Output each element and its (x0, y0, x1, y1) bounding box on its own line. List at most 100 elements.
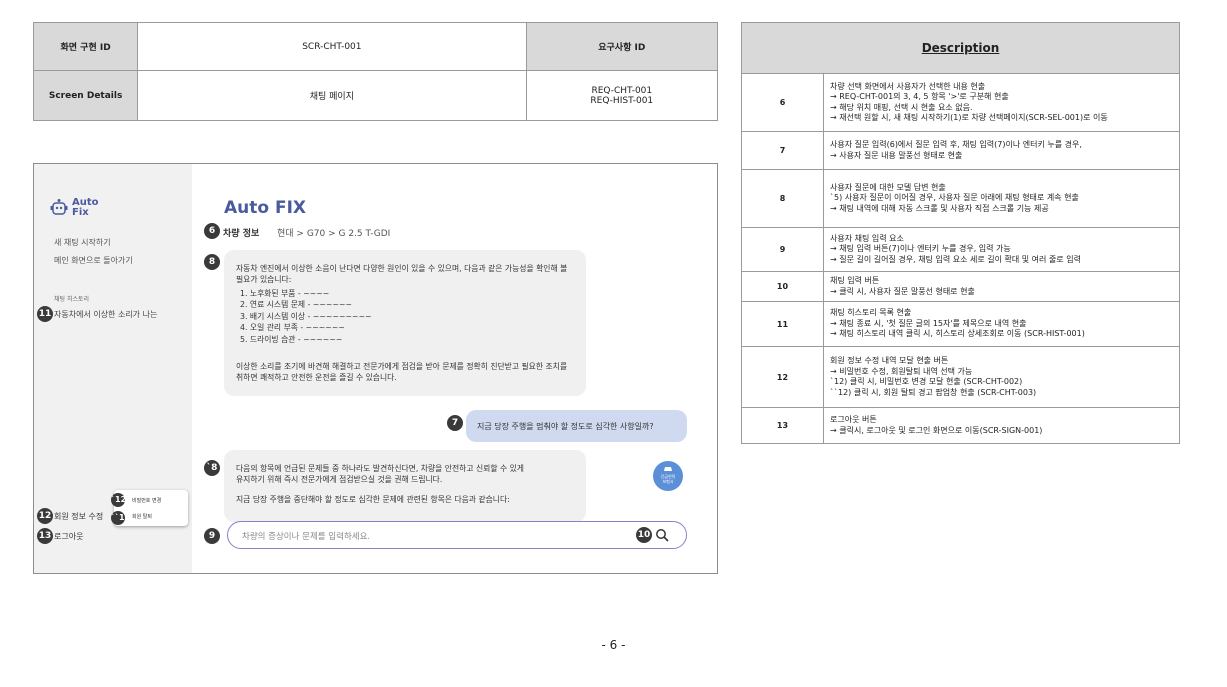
answer1-item: 2. 연료 시스템 문제 - ~~~~~~ (240, 300, 353, 310)
description-line: 채팅 히스토리 목록 현출 (830, 308, 912, 318)
description-line: 로그아웃 버튼 (830, 415, 877, 424)
screen-id-label: 화면 구현 ID (32, 22, 139, 71)
description-line: → REQ-CHT-001의 3, 4, 5 항목 '>'로 구분해 현출 (830, 92, 1009, 101)
popup-password-change[interactable]: 비밀번호 변경 (132, 497, 161, 504)
description-line: → 클릭 시, 사용자 질문 말풍선 형태로 현출 (830, 286, 975, 296)
req-id-2: REQ-HIST-001 (590, 95, 654, 106)
member-edit-button[interactable]: 회원 정보 수정 (54, 511, 103, 522)
screen-id-value: SCR-CHT-001 (137, 22, 527, 71)
screen-id-table: 화면 구현 ID SCR-CHT-001 요구사항 ID Screen Deta… (32, 22, 719, 121)
car-icon (664, 467, 672, 471)
description-line: `5) 사용자 질문이 이어질 경우, 사용자 질문 아래에 채팅 형태로 계속… (830, 193, 1079, 203)
badge-10: 10 (636, 527, 652, 543)
description-row-number: 9 (741, 227, 824, 272)
vehicle-path: 현대 > G70 > G 2.5 T-GDI (277, 229, 391, 239)
user-question-bubble: 지금 당장 주행을 멈춰야 할 정도로 심각한 사항일까? (466, 410, 687, 442)
description-line: 사용자 질문 입력(6)에서 질문 입력 후, 채팅 입력(7)이나 엔터키 누… (830, 140, 1082, 149)
answer1-outro-line: 이상한 소리를 조기에 바견해 해결하고 전문가에게 점검을 받아 문제를 정확… (236, 362, 568, 371)
vehicle-label: 차량 정보 (223, 229, 260, 239)
robot-logo-icon (50, 199, 68, 215)
description-line: 사용자 채팅 입력 요소 (830, 233, 904, 243)
description-line: → 해당 위치 매핑, 선택 시 현출 요소 없음. (830, 102, 973, 112)
details-label: Screen Details (32, 70, 139, 121)
answer2-text: 다음의 항목에 언급된 문제들 중 하나라도 발견하신다면, 차량을 안전하고 … (236, 463, 524, 505)
answer1-item: 3. 배기 시스템 이상 - ~~~~~~~~~ (240, 311, 372, 321)
description-row: 9 사용자 채팅 입력 요소 → 채팅 입력 버튼(7)이나 엔터키 누를 경우, … (741, 227, 1180, 272)
description-line: ``12) 클릭 시, 회원 탈퇴 경고 팝업창 현출 (SCR-CHT-003… (830, 387, 1037, 397)
answer1-intro-line: 필요가 있습니다: (236, 275, 292, 285)
badge-13: 13 (37, 528, 53, 544)
badge-11: 11 (37, 306, 53, 322)
answer2-line: 다음의 항목에 언급된 문제들 중 하나라도 발견하신다면, 차량을 안전하고 … (236, 464, 524, 473)
chat-input-placeholder[interactable]: 차량의 증상이나 문제를 입력하세요. (242, 530, 370, 542)
description-header: Description (741, 22, 1180, 74)
description-line: → 채팅 입력 버튼(7)이나 엔터키 누를 경우, 입력 가능 (830, 244, 1011, 254)
logout-button[interactable]: 로그아웃 (54, 531, 83, 542)
description-line: → 채팅 히스토리 내역 클릭 시, 히스토리 상세조회로 이동 (SCR-HI… (830, 329, 1085, 339)
chat-input-bar[interactable]: 차량의 증상이나 문제를 입력하세요. 10 (227, 521, 687, 549)
badge-12a: `12 (111, 493, 126, 507)
badge-6: 6 (204, 223, 220, 239)
description-row-text: 회원 정보 수정 내역 모달 현출 버튼 → 비밀번호 수정, 회원탈퇴 내역 선… (823, 346, 1180, 408)
description-row: 12 회원 정보 수정 내역 모달 현출 버튼 → 비밀번호 수정, 회원탈퇴 내역… (741, 346, 1180, 408)
description-row-text: 사용자 질문에 대한 모델 답변 현출 `5) 사용자 질문이 이어질 경우, 사… (823, 169, 1180, 228)
answer1-outro: 이상한 소리를 조기에 바견해 해결하고 전문가에게 점검을 받아 문제를 정확… (236, 361, 567, 384)
history-item[interactable]: 자동차에서 이상한 소리가 나는 (54, 309, 157, 320)
description-row: 10 채팅 입력 버튼 → 클릭 시, 사용자 질문 말풍선 형태로 현출 (741, 271, 1180, 302)
bot-answer-2: 다음의 항목에 언급된 문제들 중 하나라도 발견하신다면, 차량을 안전하고 … (224, 450, 586, 522)
answer1-item: 4. 오일 관리 부족 - ~~~~~~ (240, 323, 345, 333)
description-row-number: 10 (741, 271, 824, 302)
description-row: 11 채팅 히스토리 목록 현출 → 채팅 종료 시, '첫 질문 글의 15자'를… (741, 301, 1180, 347)
badge-7: 7 (447, 415, 463, 431)
answer1-item: 1. 노후화된 부품 - ~~~~ (240, 289, 330, 298)
description-row-number: 12 (741, 346, 824, 408)
description-row-text: 채팅 입력 버튼 → 클릭 시, 사용자 질문 말풍선 형태로 현출 (823, 271, 1180, 302)
description-line: → 클릭시, 로그아웃 및 로그인 화면으로 이동(SCR-SIGN-001) (830, 425, 1043, 435)
description-line: 채팅 입력 버튼 (830, 276, 880, 285)
badge-12: 12 (37, 508, 53, 524)
fab-line-2: 보험사 (662, 479, 674, 484)
description-row-number: 6 (741, 73, 824, 132)
send-search-icon[interactable] (655, 528, 669, 542)
chat-page-mockup: Auto Fix 새 채팅 시작하기 메인 화면으로 돌아가기 채팅 히스토리 … (33, 163, 718, 574)
req-id-1: REQ-CHT-001 (591, 85, 653, 96)
popup-withdraw[interactable]: 회원 탈퇴 (132, 513, 152, 520)
description-row-number: 13 (741, 407, 824, 444)
emergency-fab[interactable]: 긴급연락 보험사 (653, 461, 683, 491)
answer1-item: 5. 드라이빙 습관 - ~~~~~~ (240, 334, 343, 344)
new-chat-link[interactable]: 새 채팅 시작하기 (54, 237, 111, 248)
description-row: 13 로그아웃 버튼 → 클릭시, 로그아웃 및 로그인 화면으로 이동(SCR-S… (741, 407, 1180, 444)
description-line: → 채팅 종료 시, '첫 질문 글의 15자'를 제목으로 내역 현출 (830, 318, 1027, 328)
description-line: `12) 클릭 시, 비밀번호 변경 모달 현출 (SCR-CHT-002) (830, 377, 1023, 386)
badge-12b: ``12 (111, 511, 130, 525)
logo-line-2: Fix (72, 207, 89, 218)
description-line: 사용자 질문에 대한 모델 답변 현출 (830, 182, 946, 192)
description-line: → 사용자 질문 내용 말풍선 형태로 현출 (830, 150, 963, 160)
chat-main: Auto FIX 6 차량 정보 현대 > G70 > G 2.5 T-GDI … (192, 164, 717, 573)
description-row-text: 사용자 질문 입력(6)에서 질문 입력 후, 채팅 입력(7)이나 엔터키 누… (823, 131, 1180, 170)
description-row-number: 11 (741, 301, 824, 347)
user-question-text: 지금 당장 주행을 멈춰야 할 정도로 심각한 사항일까? (477, 422, 654, 431)
answer2-line: 유지하기 위해 즉시 전문가에게 점검받으실 것을 권해 드립니다. (236, 475, 443, 485)
description-row-text: 사용자 채팅 입력 요소 → 채팅 입력 버튼(7)이나 엔터키 누를 경우, 입… (823, 227, 1180, 272)
badge-8: 8 (204, 254, 220, 270)
back-main-link[interactable]: 메인 화면으로 돌아가기 (54, 255, 133, 266)
description-line: 회원 정보 수정 내역 모달 현출 버튼 (830, 356, 949, 365)
description-row-number: 8 (741, 169, 824, 228)
sidebar: Auto Fix 새 채팅 시작하기 메인 화면으로 돌아가기 채팅 히스토리 … (34, 164, 192, 573)
description-row: 8 사용자 질문에 대한 모델 답변 현출 `5) 사용자 질문이 이어질 경우, … (741, 169, 1180, 228)
description-line: 차량 선택 화면에서 사용자가 선택한 내용 현출 (830, 81, 986, 91)
page-number: - 6 - (601, 638, 626, 652)
description-row: 6 차량 선택 화면에서 사용자가 선택한 내용 현출 → REQ-CHT-001의… (741, 73, 1180, 132)
app-title: Auto FIX (224, 198, 307, 218)
answer1-intro: 자동차 엔진에서 이상한 소음이 난다면 다양한 원인이 있을 수 있으며, 다… (236, 263, 567, 286)
description-line: → 채팅 내역에 대해 자동 스크롤 및 사용자 직접 스크롤 기능 제공 (830, 203, 1049, 213)
description-table: Description 6 차량 선택 화면에서 사용자가 선택한 내용 현출 → … (741, 22, 1180, 444)
logo-text: Auto Fix (72, 198, 99, 218)
description-row-text: 로그아웃 버튼 → 클릭시, 로그아웃 및 로그인 화면으로 이동(SCR-SIG… (823, 407, 1180, 444)
answer1-outro-line: 취하면 쾌적하고 안전한 운전을 즐길 수 있습니다. (236, 373, 397, 383)
answer1-list: 1. 노후화된 부품 - ~~~~ 2. 연료 시스템 문제 - ~~~~~~ … (240, 288, 372, 345)
badge-9: 9 (204, 528, 220, 544)
details-value: 채팅 페이지 (137, 70, 527, 121)
description-row-text: 채팅 히스토리 목록 현출 → 채팅 종료 시, '첫 질문 글의 15자'를 제… (823, 301, 1180, 347)
